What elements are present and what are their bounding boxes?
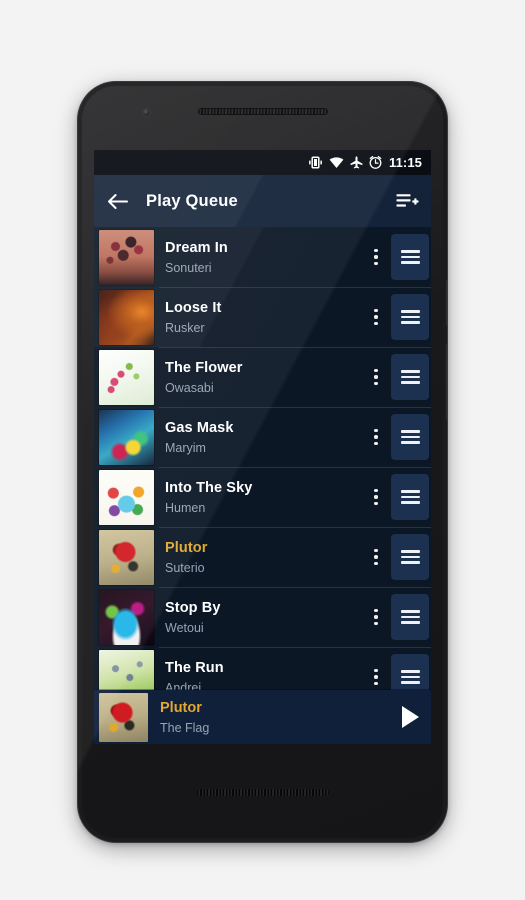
track-artist: Andrei <box>165 680 202 691</box>
track-info: Gas Mask Maryim <box>154 420 361 455</box>
row-divider <box>159 467 431 468</box>
status-bar-clock: 11:15 <box>388 155 422 170</box>
table-row[interactable]: Into The Sky Humen <box>94 467 431 527</box>
drag-handle-icon[interactable] <box>391 474 429 520</box>
album-art-thumbnail <box>99 589 154 645</box>
row-divider <box>159 287 431 288</box>
album-art-thumbnail <box>99 649 154 690</box>
drag-handle-icon[interactable] <box>391 354 429 400</box>
overflow-menu-icon[interactable] <box>361 587 391 647</box>
drag-handle-icon[interactable] <box>391 234 429 280</box>
table-row[interactable]: Gas Mask Maryim <box>94 407 431 467</box>
front-camera-icon <box>143 109 150 116</box>
album-art-thumbnail <box>99 409 154 465</box>
track-title: Into The Sky <box>165 479 253 496</box>
album-art-thumbnail <box>99 289 154 345</box>
row-divider <box>159 347 431 348</box>
overflow-menu-icon[interactable] <box>361 527 391 587</box>
track-info: Loose It Rusker <box>154 300 361 335</box>
play-icon[interactable] <box>384 706 431 728</box>
track-title: Loose It <box>165 299 222 316</box>
drag-handle-icon[interactable] <box>391 654 429 690</box>
overflow-menu-icon[interactable] <box>361 647 391 690</box>
table-row[interactable]: The Run Andrei <box>94 647 431 690</box>
table-row[interactable]: Stop By Wetoui <box>94 587 431 647</box>
track-title: The Flower <box>165 359 243 376</box>
bottom-speaker <box>196 789 329 796</box>
airplane-mode-icon <box>350 156 363 169</box>
track-title: Gas Mask <box>165 419 234 436</box>
drag-handle-icon[interactable] <box>391 594 429 640</box>
table-row[interactable]: Dream In Sonuteri <box>94 227 431 287</box>
track-info: Stop By Wetoui <box>154 600 361 635</box>
album-art-thumbnail <box>99 349 154 405</box>
back-arrow-icon[interactable] <box>107 193 128 210</box>
status-bar: 11:15 <box>94 150 431 175</box>
vibrate-icon <box>308 156 323 169</box>
phone-screen: 11:15 Play Queue Dream In Sonuteri Loose… <box>94 150 431 744</box>
page-title: Play Queue <box>146 191 238 210</box>
phone-device-frame: 11:15 Play Queue Dream In Sonuteri Loose… <box>78 82 447 842</box>
album-art-thumbnail <box>99 469 154 525</box>
track-artist: Rusker <box>165 320 205 335</box>
album-art-thumbnail <box>99 529 154 585</box>
screenshot-stage: 11:15 Play Queue Dream In Sonuteri Loose… <box>0 0 525 900</box>
overflow-menu-icon[interactable] <box>361 347 391 407</box>
table-row[interactable]: The Flower Owasabi <box>94 347 431 407</box>
track-artist: Maryim <box>165 440 206 455</box>
volume-button[interactable] <box>446 344 447 420</box>
track-artist: Suterio <box>165 560 205 575</box>
track-title: The Run <box>165 659 224 676</box>
now-playing-title: Plutor <box>160 699 202 716</box>
drag-handle-icon[interactable] <box>391 294 429 340</box>
wifi-icon <box>329 156 344 169</box>
now-playing-artist: The Flag <box>160 720 210 735</box>
drag-handle-icon[interactable] <box>391 414 429 460</box>
track-title: Stop By <box>165 599 221 616</box>
track-info: Plutor Suterio <box>154 540 361 575</box>
overflow-menu-icon[interactable] <box>361 467 391 527</box>
track-artist: Wetoui <box>165 620 204 635</box>
now-playing-bar[interactable]: Plutor The Flag <box>94 690 431 744</box>
track-title: Plutor <box>165 539 208 556</box>
track-info: Dream In Sonuteri <box>154 240 361 275</box>
track-info: The Flower Owasabi <box>154 360 361 395</box>
earpiece-speaker <box>197 108 328 115</box>
track-artist: Sonuteri <box>165 260 212 275</box>
track-info: Into The Sky Humen <box>154 480 361 515</box>
row-divider <box>159 587 431 588</box>
row-divider <box>159 407 431 408</box>
alarm-icon <box>369 156 382 169</box>
app-toolbar: Play Queue <box>94 175 431 227</box>
album-art-thumbnail <box>99 229 154 285</box>
row-divider <box>159 647 431 648</box>
table-row[interactable]: Loose It Rusker <box>94 287 431 347</box>
overflow-menu-icon[interactable] <box>361 287 391 347</box>
row-divider <box>159 527 431 528</box>
now-playing-info: Plutor The Flag <box>148 700 384 735</box>
track-artist: Humen <box>165 500 206 515</box>
now-playing-album-art <box>99 692 148 742</box>
track-info: The Run Andrei <box>154 660 361 691</box>
play-queue-list[interactable]: Dream In Sonuteri Loose It Rusker The Fl… <box>94 227 431 690</box>
overflow-menu-icon[interactable] <box>361 407 391 467</box>
add-to-queue-icon[interactable] <box>396 192 419 211</box>
table-row[interactable]: Plutor Suterio <box>94 527 431 587</box>
track-artist: Owasabi <box>165 380 214 395</box>
power-button[interactable] <box>446 280 447 326</box>
overflow-menu-icon[interactable] <box>361 227 391 287</box>
track-title: Dream In <box>165 239 228 256</box>
drag-handle-icon[interactable] <box>391 534 429 580</box>
